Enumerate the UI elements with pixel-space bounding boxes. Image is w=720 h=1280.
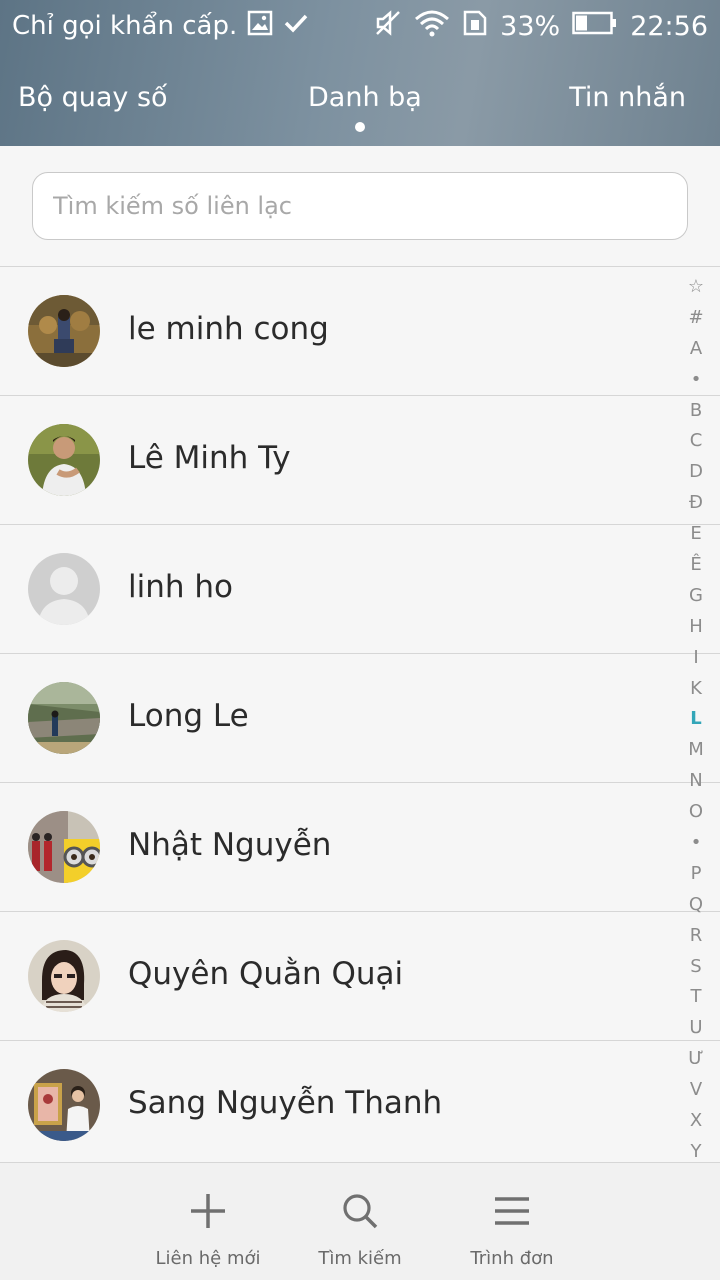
menu-label: Trình đơn	[470, 1248, 554, 1269]
alpha-index-letter[interactable]: H	[676, 612, 716, 643]
search-input[interactable]	[32, 172, 688, 240]
contact-row[interactable]: Long Le	[0, 654, 720, 783]
contact-name: Nhật Nguyễn	[128, 827, 332, 863]
alpha-index-letter[interactable]: U	[676, 1013, 716, 1044]
alpha-index-letter[interactable]: Ư	[676, 1044, 716, 1075]
contact-avatar[interactable]	[28, 424, 100, 496]
contact-name: linh ho	[128, 569, 233, 605]
status-bar: Chỉ gọi khẩn cấp. 33% 22:56	[0, 0, 720, 52]
alpha-index-letter[interactable]: I	[676, 643, 716, 674]
menu-icon	[495, 1197, 529, 1225]
mute-icon	[374, 9, 402, 44]
tab-messages[interactable]: Tin nhắn	[569, 82, 686, 113]
bottom-toolbar: Liên hệ mới Tìm kiếm Trình đơn	[0, 1162, 720, 1280]
alpha-index-letter[interactable]: Q	[676, 890, 716, 921]
contact-row[interactable]: le minh cong	[0, 267, 720, 396]
contact-name: Long Le	[128, 698, 249, 734]
alpha-index-letter[interactable]: E	[676, 519, 716, 550]
alpha-index-letter[interactable]: D	[676, 457, 716, 488]
contact-row[interactable]: Lê Minh Ty	[0, 396, 720, 525]
default-avatar-icon[interactable]	[28, 553, 100, 625]
alpha-index-letter[interactable]: B	[676, 396, 716, 427]
wifi-icon	[414, 9, 450, 44]
contact-row[interactable]: Quyên Quằn Quại	[0, 912, 720, 1041]
search-label: Tìm kiếm	[318, 1248, 402, 1269]
tab-dialer[interactable]: Bộ quay số	[18, 82, 168, 113]
contact-list: le minh cong Lê Minh Ty linh ho Long Le …	[0, 267, 720, 1170]
contact-avatar[interactable]	[28, 295, 100, 367]
alpha-index-letter[interactable]: X	[676, 1106, 716, 1137]
alpha-index-letter[interactable]: •	[676, 365, 716, 396]
alpha-index-letter[interactable]: K	[676, 674, 716, 705]
alpha-index-letter[interactable]: S	[676, 952, 716, 983]
header: Chỉ gọi khẩn cấp. 33% 22:56 Bộ quay số D…	[0, 0, 720, 146]
tab-contacts[interactable]: Danh bạ	[308, 82, 422, 113]
search-button[interactable]: Tìm kiếm	[285, 1163, 435, 1280]
alpha-index-letter[interactable]: R	[676, 921, 716, 952]
alpha-index-letter[interactable]: M	[676, 735, 716, 766]
search-icon	[343, 1194, 378, 1229]
alpha-index-letter[interactable]: ☆	[676, 272, 716, 303]
alpha-index-letter[interactable]: V	[676, 1075, 716, 1106]
contact-avatar[interactable]	[28, 811, 100, 883]
battery-icon	[572, 10, 618, 43]
contact-avatar[interactable]	[28, 682, 100, 754]
notification-text: Chỉ gọi khẩn cấp.	[12, 11, 238, 41]
contact-name: Quyên Quằn Quại	[128, 956, 404, 992]
contact-row[interactable]: Sang Nguyễn Thanh	[0, 1041, 720, 1170]
contact-name: Lê Minh Ty	[128, 440, 291, 476]
alpha-index-letter[interactable]: Đ	[676, 488, 716, 519]
alpha-index-letter[interactable]: #	[676, 303, 716, 334]
contact-name: le minh cong	[128, 311, 329, 347]
contact-avatar[interactable]	[28, 1069, 100, 1141]
active-tab-indicator	[355, 122, 365, 132]
new-contact-button[interactable]: Liên hệ mới	[133, 1163, 283, 1280]
alpha-index-letter[interactable]: O	[676, 797, 716, 828]
alpha-index-letter[interactable]: G	[676, 581, 716, 612]
contact-row[interactable]: linh ho	[0, 525, 720, 654]
clock: 22:56	[630, 10, 708, 42]
checkmark-icon	[283, 10, 309, 43]
alpha-index-letter[interactable]: P	[676, 859, 716, 890]
contact-row[interactable]: Nhật Nguyễn	[0, 783, 720, 912]
alpha-index-letter[interactable]: Ê	[676, 550, 716, 581]
alpha-index-letter[interactable]: L	[676, 704, 716, 735]
new-contact-label: Liên hệ mới	[155, 1248, 261, 1269]
contact-name: Sang Nguyễn Thanh	[128, 1085, 443, 1121]
sim-icon	[462, 9, 488, 44]
tab-bar: Bộ quay số Danh bạ Tin nhắn	[0, 72, 720, 132]
alpha-index-letter[interactable]: C	[676, 426, 716, 457]
alpha-index-letter[interactable]: T	[676, 982, 716, 1013]
plus-icon	[191, 1194, 225, 1228]
alphabet-index[interactable]: ☆ # A • B C D Đ E Ê G H I K L M N O • P Q R S T U Ư V X Y	[676, 272, 716, 1168]
contact-avatar[interactable]	[28, 940, 100, 1012]
menu-button[interactable]: Trình đơn	[437, 1163, 587, 1280]
image-notification-icon	[247, 10, 273, 43]
alpha-index-letter[interactable]: N	[676, 766, 716, 797]
alpha-index-letter[interactable]: A	[676, 334, 716, 365]
alpha-index-letter[interactable]: •	[676, 828, 716, 859]
battery-percent: 33%	[500, 10, 561, 42]
